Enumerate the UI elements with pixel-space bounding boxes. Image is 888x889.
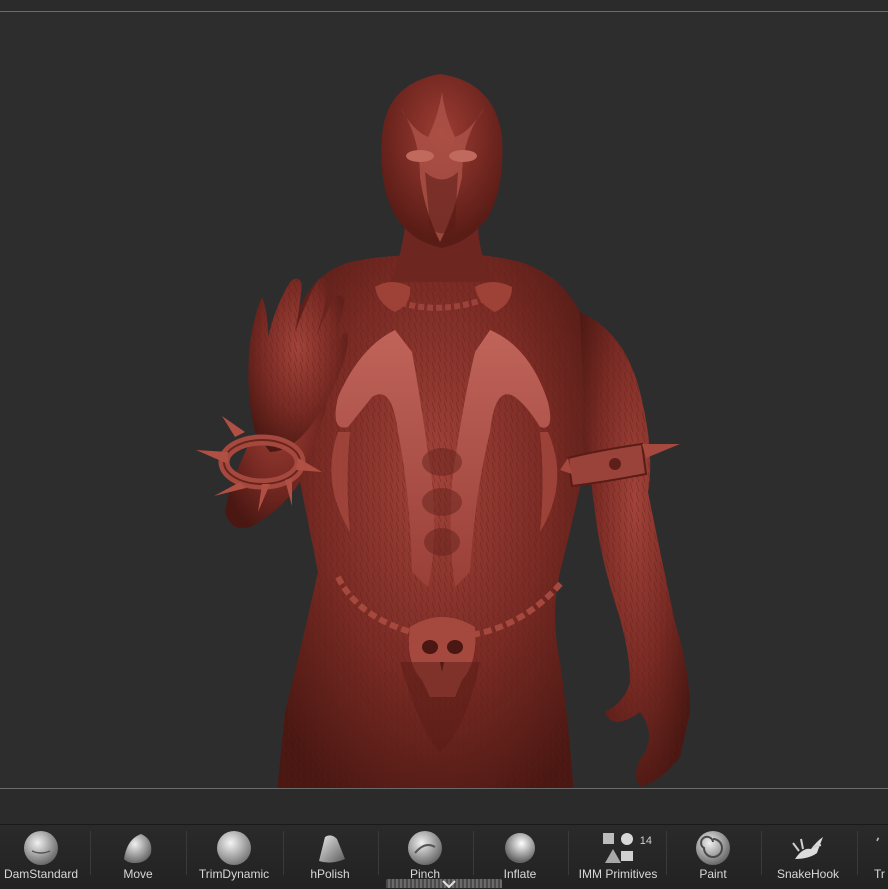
- brush-label: Tr: [874, 867, 885, 881]
- brush-count: 14: [639, 835, 652, 847]
- brush-trimdynamic[interactable]: TrimDynamic: [187, 825, 281, 881]
- chevron-down-icon[interactable]: [441, 880, 457, 888]
- brush-snakehook[interactable]: SnakeHook: [761, 825, 855, 881]
- viewport-bottom-border: [0, 788, 888, 789]
- brush-move[interactable]: Move: [91, 825, 185, 881]
- damstandard-brush-icon: [24, 831, 58, 865]
- brush-label: IMM Primitives: [578, 867, 658, 881]
- brush-paint[interactable]: Paint: [666, 825, 760, 881]
- brush-imm-primitives[interactable]: 14 IMM Primitives: [570, 825, 666, 881]
- inflate-brush-icon: [505, 833, 535, 863]
- trimdynamic-brush-icon: [217, 831, 251, 865]
- brush-partial[interactable]: Tr: [858, 825, 888, 881]
- brush-label: hPolish: [310, 867, 350, 881]
- brush-label: DamStandard: [3, 867, 79, 881]
- sculpted-figure-model[interactable]: [0, 12, 888, 788]
- paint-brush-icon: [696, 831, 730, 865]
- brush-label: Move: [123, 867, 153, 881]
- brush-pinch[interactable]: Pinch: [378, 825, 472, 881]
- brush-label: Paint: [699, 867, 727, 881]
- hpolish-brush-icon: [319, 835, 345, 863]
- move-brush-icon: [124, 834, 152, 863]
- brush-inflate[interactable]: Inflate: [473, 825, 567, 881]
- imm-primitives-brush-icon: [603, 833, 633, 863]
- brush-damstandard[interactable]: DamStandard: [0, 825, 88, 881]
- sculpt-viewport[interactable]: [0, 12, 888, 788]
- partial-brush-icon: [876, 837, 880, 842]
- brush-label: Inflate: [503, 867, 537, 881]
- pinch-brush-icon: [408, 831, 442, 865]
- brush-label: TrimDynamic: [198, 867, 270, 881]
- separator: [568, 831, 569, 875]
- snakehook-brush-icon: [792, 837, 823, 859]
- brush-label: SnakeHook: [776, 867, 840, 881]
- brush-hpolish[interactable]: hPolish: [283, 825, 377, 881]
